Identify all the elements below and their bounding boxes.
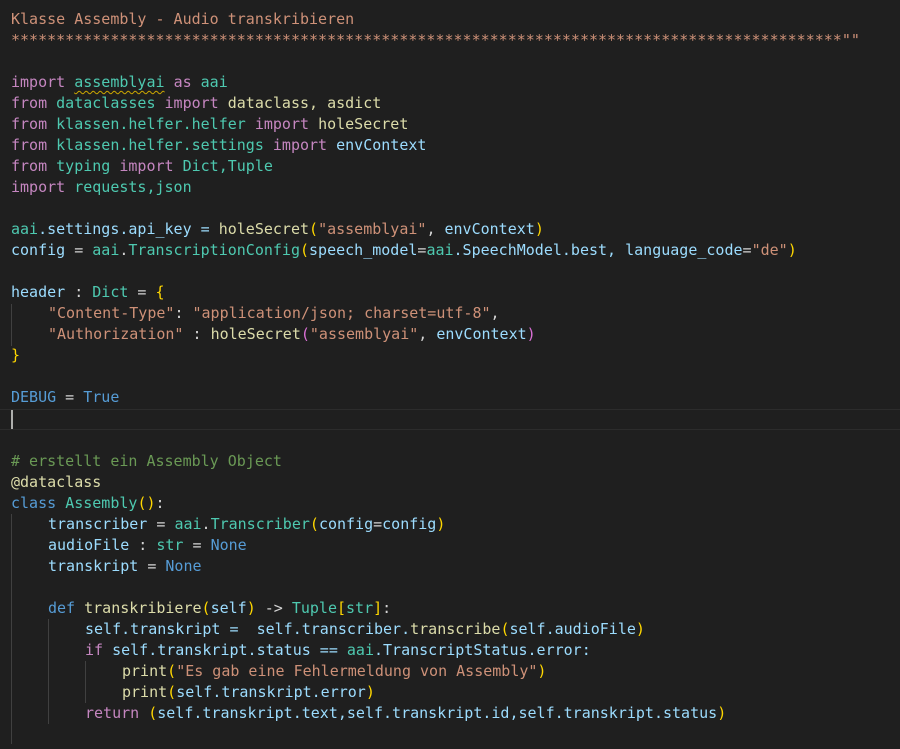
indent-guide [11,514,12,744]
code-line-transcribe-call: self.transkript = self.transcriber.trans… [85,620,645,638]
code-line-header-open: header : Dict = { [11,283,165,301]
code-editor[interactable]: Klasse Assembly - Audio transkribieren *… [0,0,900,749]
code-line-decorator: @dataclass [11,473,102,491]
code-line-class-def: class Assembly(): [11,494,165,512]
code-line-api-key: aai.settings.api_key = holeSecret("assem… [11,220,544,238]
docstring-separator: ****************************************… [11,31,860,49]
current-line-highlight [0,409,900,430]
code-line-print-message: print("Es gab eine Fehlermeldung von Ass… [122,662,547,680]
code-line-print-error: print(self.transkript.error) [122,683,375,701]
indent-guide [85,661,86,703]
code-line-import-typing: from typing import Dict,Tuple [11,157,273,175]
code-line-if-error: if self.transkript.status == aai.Transcr… [85,641,591,659]
code-comment: # erstellt ein Assembly Object [11,452,282,470]
code-line-return: return (self.transkript.text,self.transk… [85,704,727,722]
code-line-config: config = aai.TranscriptionConfig(speech_… [11,241,797,259]
code-line-header-close: } [11,346,21,364]
code-line-import-assemblyai: import assemblyai as aai [11,73,228,91]
code-line-import-settings: from klassen.helfer.settings import envC… [11,136,427,154]
code-line-import-helfer: from klassen.helfer.helfer import holeSe… [11,115,409,133]
docstring-title: Klasse Assembly - Audio transkribieren [11,10,355,28]
code-line-header-content-type: "Content-Type": "application/json; chars… [48,304,500,322]
indent-guide [11,304,12,346]
indent-guide [48,619,49,724]
text-cursor [11,410,13,429]
code-line-header-authorization: "Authorization" : holeSecret("assemblyai… [48,325,536,343]
code-line-import-dataclasses: from dataclasses import dataclass, asdic… [11,94,382,112]
code-line-import-requests: import requests,json [11,178,192,196]
code-line-def-transkribiere: def transkribiere(self) -> Tuple[str]: [48,599,392,617]
code-line-audiofile: audioFile : str = None [48,536,247,554]
code-line-transcriber: transcriber = aai.Transcriber(config=con… [48,515,446,533]
code-line-debug: DEBUG = True [11,388,120,406]
code-line-transkript: transkript = None [48,557,202,575]
